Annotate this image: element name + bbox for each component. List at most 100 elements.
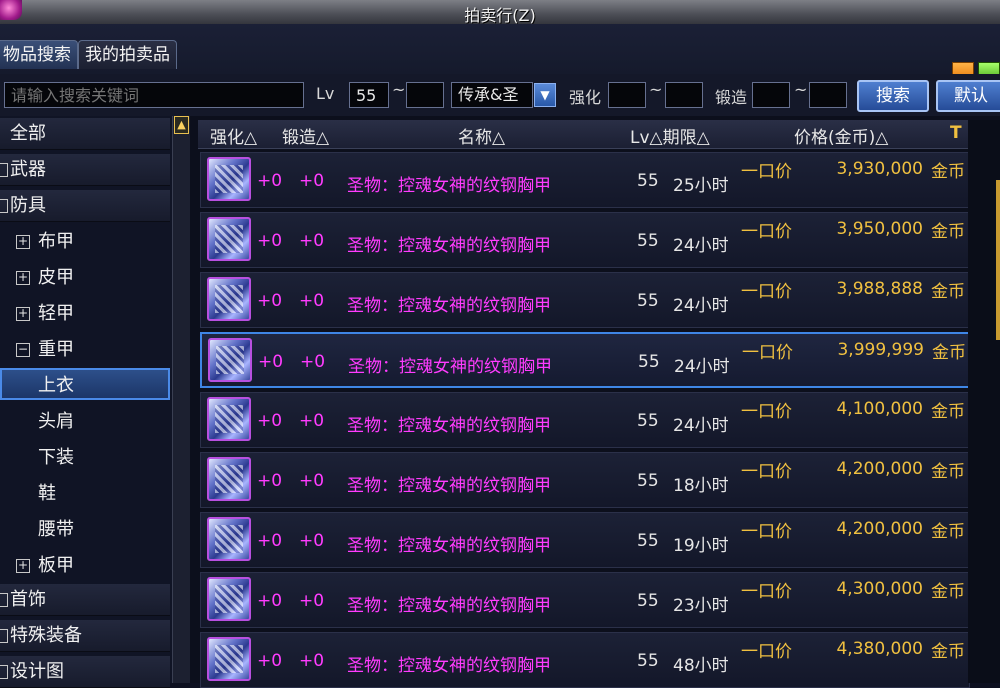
keyword-input[interactable] — [4, 82, 304, 108]
table-row[interactable]: +0 +0 圣物：控魂女神的纹钢胸甲 55 23小时 一口价 4,300,000 金币 — [200, 572, 970, 628]
sidebar-item-shoes[interactable]: 鞋 — [0, 478, 170, 510]
chest-armor-icon[interactable] — [207, 157, 251, 201]
chest-armor-icon[interactable] — [208, 338, 252, 382]
item-name: 圣物：控魂女神的纹钢胸甲 — [347, 416, 551, 436]
sidebar-item-plate[interactable]: + 板甲 — [0, 550, 170, 582]
table-row[interactable]: +0 +0 圣物：控魂女神的纹钢胸甲 55 19小时 一口价 4,200,000 金币 — [200, 512, 970, 568]
sidebar-item-label: 首饰 — [10, 589, 46, 610]
chest-armor-icon[interactable] — [207, 457, 251, 501]
currency-label: 金币 — [931, 162, 965, 182]
category-sidebar: 全部 武器 防具 + 布甲 + 皮甲 + 轻甲 − 重甲 上衣 头肩 下装 鞋 腰带 +… — [0, 116, 172, 688]
currency-label: 金币 — [931, 642, 965, 662]
forge-value: +0 — [299, 291, 325, 311]
tab-bar: 物品搜索 我的拍卖品 — [0, 24, 1000, 84]
tab-item-search[interactable]: 物品搜索 — [0, 40, 78, 69]
forge-value: +0 — [299, 411, 325, 431]
qianghua-min-input[interactable] — [608, 82, 646, 108]
buyout-label: 一口价 — [741, 402, 792, 422]
col-duanzao[interactable]: 锻造△ — [282, 123, 329, 148]
item-name: 圣物：控魂女神的纹钢胸甲 — [347, 596, 551, 616]
item-name: 圣物：控魂女神的纹钢胸甲 — [347, 176, 551, 196]
sidebar-item-label: 轻甲 — [38, 303, 74, 324]
sidebar-item-label: 鞋 — [38, 483, 56, 504]
chest-armor-icon[interactable] — [207, 217, 251, 261]
sidebar-item-label: 腰带 — [38, 519, 74, 540]
chest-armor-icon[interactable] — [207, 397, 251, 441]
price-value: 3,988,888 — [836, 279, 923, 299]
table-row[interactable]: +0 +0 圣物：控魂女神的纹钢胸甲 55 24小时 一口价 4,100,000 金币 — [200, 392, 970, 448]
default-button[interactable]: 默认 — [936, 80, 1000, 112]
sidebar-item-blueprint[interactable]: 设计图 — [0, 656, 170, 688]
search-button[interactable]: 搜索 — [857, 80, 929, 112]
chevron-down-icon[interactable]: ▼ — [534, 83, 556, 107]
lv-max-input[interactable] — [406, 82, 444, 108]
sidebar-item-leather[interactable]: + 皮甲 — [0, 262, 170, 294]
expand-plus-icon[interactable]: + — [16, 307, 30, 321]
price-value: 3,950,000 — [836, 219, 923, 239]
tab-my-auctions[interactable]: 我的拍卖品 — [78, 40, 177, 69]
currency-label: 金币 — [931, 522, 965, 542]
item-name: 圣物：控魂女神的纹钢胸甲 — [347, 296, 551, 316]
sidebar-item-all[interactable]: 全部 — [0, 118, 170, 150]
table-row[interactable]: +0 +0 圣物：控魂女神的纹钢胸甲 55 25小时 一口价 3,930,000 金币 — [200, 152, 970, 208]
buyout-label: 一口价 — [741, 642, 792, 662]
sidebar-item-label: 防具 — [10, 195, 46, 216]
chest-armor-icon[interactable] — [207, 277, 251, 321]
duanzao-max-input[interactable] — [809, 82, 847, 108]
arrow-up-icon[interactable]: ▲ — [174, 116, 189, 134]
chest-armor-icon[interactable] — [207, 577, 251, 621]
item-name: 圣物：控魂女神的纹钢胸甲 — [347, 536, 551, 556]
lv-min-input[interactable] — [349, 82, 389, 108]
enhance-value: +0 — [257, 171, 283, 191]
item-name: 圣物：控魂女神的纹钢胸甲 — [347, 656, 551, 676]
sidebar-item-label: 特殊装备 — [10, 625, 82, 646]
sidebar-item-shoulder[interactable]: 头肩 — [0, 406, 170, 438]
sidebar-item-armor[interactable]: 防具 — [0, 190, 170, 222]
sidebar-item-cloth[interactable]: + 布甲 — [0, 226, 170, 258]
enhance-value: +0 — [257, 471, 283, 491]
col-price[interactable]: 价格(金币)△ — [794, 123, 888, 148]
item-level: 55 — [637, 531, 659, 551]
time-remaining: 23小时 — [673, 596, 729, 616]
col-name[interactable]: 名称△ — [458, 123, 505, 148]
sidebar-item-label: 重甲 — [38, 339, 74, 360]
enhance-value: +0 — [257, 651, 283, 671]
col-qianghua[interactable]: 强化△ — [210, 123, 257, 148]
currency-label: 金币 — [932, 343, 966, 363]
expander-icon — [0, 163, 8, 177]
price-value: 4,200,000 — [836, 519, 923, 539]
time-remaining: 25小时 — [673, 176, 729, 196]
table-row[interactable]: +0 +0 圣物：控魂女神的纹钢胸甲 55 48小时 一口价 4,380,000 金币 — [200, 632, 970, 688]
sidebar-item-accessory[interactable]: 首饰 — [0, 584, 170, 616]
table-row[interactable]: +0 +0 圣物：控魂女神的纹钢胸甲 55 24小时 一口价 3,950,000 金币 — [200, 212, 970, 268]
expand-plus-icon[interactable]: + — [16, 235, 30, 249]
buyout-label: 一口价 — [741, 522, 792, 542]
table-row[interactable]: +0 +0 圣物：控魂女神的纹钢胸甲 55 18小时 一口价 4,200,000 金币 — [200, 452, 970, 508]
collapse-minus-icon[interactable]: − — [16, 343, 30, 357]
duanzao-label: 锻造 — [715, 88, 748, 107]
forge-value: +0 — [299, 231, 325, 251]
sidebar-item-top[interactable]: 上衣 — [0, 368, 170, 400]
chest-armor-icon[interactable] — [207, 517, 251, 561]
sidebar-item-heavy[interactable]: − 重甲 — [0, 334, 170, 366]
chest-armor-icon[interactable] — [207, 637, 251, 681]
time-remaining: 18小时 — [673, 476, 729, 496]
sidebar-item-bottom[interactable]: 下装 — [0, 442, 170, 474]
hammer-icon[interactable]: T — [950, 123, 962, 143]
price-value: 4,100,000 — [836, 399, 923, 419]
buyout-label: 一口价 — [741, 282, 792, 302]
expand-plus-icon[interactable]: + — [16, 271, 30, 285]
sidebar-item-light[interactable]: + 轻甲 — [0, 298, 170, 330]
qianghua-max-input[interactable] — [665, 82, 703, 108]
col-lv-qixian[interactable]: Lv△期限△ — [630, 123, 710, 148]
sidebar-item-special[interactable]: 特殊装备 — [0, 620, 170, 652]
sidebar-item-belt[interactable]: 腰带 — [0, 514, 170, 546]
type-select[interactable]: 传承&圣 — [451, 82, 533, 108]
table-row[interactable]: +0 +0 圣物：控魂女神的纹钢胸甲 55 24小时 一口价 3,999,999 金币 — [200, 332, 970, 388]
sidebar-item-weapon[interactable]: 武器 — [0, 154, 170, 186]
table-row[interactable]: +0 +0 圣物：控魂女神的纹钢胸甲 55 24小时 一口价 3,988,888 金币 — [200, 272, 970, 328]
expand-plus-icon[interactable]: + — [16, 559, 30, 573]
sidebar-scrollbar[interactable]: ▲ — [172, 116, 191, 683]
duanzao-min-input[interactable] — [752, 82, 790, 108]
forge-value: +0 — [299, 651, 325, 671]
